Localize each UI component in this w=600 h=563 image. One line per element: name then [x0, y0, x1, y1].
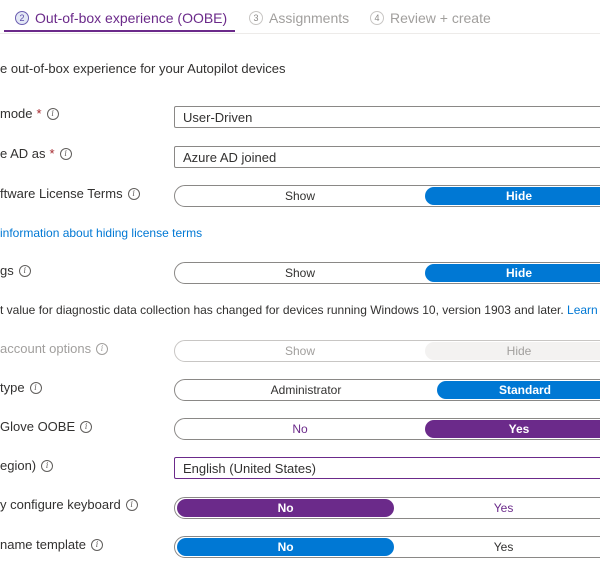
- language-region-label: egion) i: [0, 458, 54, 473]
- label-text: mode: [0, 106, 33, 121]
- show-option[interactable]: Show: [175, 186, 425, 206]
- language-region-dropdown[interactable]: English (United States): [174, 457, 600, 479]
- label-text: Glove OOBE: [0, 419, 76, 434]
- user-account-type-label: type i: [0, 380, 42, 395]
- label-text: account options: [0, 341, 92, 356]
- license-terms-toggle: Show Hide: [174, 185, 600, 207]
- white-glove-oobe-label: Glove OOBE i: [0, 419, 93, 434]
- deployment-mode-dropdown[interactable]: User-Driven: [174, 106, 600, 128]
- hide-option: Hide: [425, 342, 600, 360]
- step-review-create[interactable]: 4 Review + create: [370, 8, 491, 28]
- step-number: 3: [249, 11, 263, 25]
- join-ad-dropdown[interactable]: Azure AD joined: [174, 146, 600, 168]
- required-marker: *: [49, 146, 55, 161]
- info-icon[interactable]: i: [29, 381, 42, 394]
- info-icon[interactable]: i: [80, 420, 93, 433]
- info-icon[interactable]: i: [46, 107, 59, 120]
- active-tab-indicator: [4, 30, 235, 32]
- no-option[interactable]: No: [175, 419, 425, 439]
- info-icon[interactable]: i: [96, 342, 109, 355]
- step-oobe[interactable]: 2 Out-of-box experience (OOBE): [15, 8, 227, 28]
- step-label: Assignments: [269, 10, 350, 26]
- user-account-type-toggle: Administrator Standard: [174, 379, 600, 401]
- learn-more-link[interactable]: Learn mor: [567, 303, 600, 317]
- privacy-settings-toggle: Show Hide: [174, 262, 600, 284]
- standard-option[interactable]: Standard: [437, 381, 600, 399]
- account-options-label: account options i: [0, 341, 109, 356]
- info-icon[interactable]: i: [59, 147, 72, 160]
- intro-text: e out-of-box experience for your Autopil…: [0, 61, 286, 76]
- label-text: e AD as: [0, 146, 46, 161]
- info-icon[interactable]: i: [41, 459, 54, 472]
- dropdown-value: Azure AD joined: [183, 149, 277, 165]
- device-name-template-toggle: No Yes: [174, 536, 600, 558]
- license-terms-label: ftware License Terms i: [0, 186, 140, 201]
- label-text: egion): [0, 458, 37, 473]
- divider: [0, 33, 600, 34]
- white-glove-oobe-toggle: No Yes: [174, 418, 600, 440]
- info-icon[interactable]: i: [18, 264, 31, 277]
- account-options-toggle: Show Hide: [174, 340, 600, 362]
- notice-text: t value for diagnostic data collection h…: [0, 303, 564, 317]
- wizard-steps: 2 Out-of-box experience (OOBE) 3 Assignm…: [0, 0, 600, 40]
- info-icon[interactable]: i: [91, 538, 103, 551]
- dropdown-value: User-Driven: [183, 109, 253, 125]
- step-label: Review + create: [390, 10, 491, 26]
- device-name-template-label: name template i: [0, 537, 103, 552]
- administrator-option[interactable]: Administrator: [175, 380, 437, 400]
- step-number: 4: [370, 11, 384, 25]
- step-assignments[interactable]: 3 Assignments: [249, 8, 349, 28]
- label-text: ftware License Terms: [0, 186, 123, 201]
- join-ad-label: e AD as * i: [0, 146, 72, 161]
- no-option[interactable]: No: [177, 499, 395, 517]
- hide-option[interactable]: Hide: [425, 187, 600, 205]
- step-number: 2: [15, 11, 29, 25]
- step-label: Out-of-box experience (OOBE): [35, 10, 228, 26]
- license-info-link[interactable]: information about hiding license terms: [0, 226, 202, 240]
- show-option: Show: [284, 344, 316, 358]
- label-text: type: [0, 380, 25, 395]
- no-option[interactable]: No: [177, 538, 395, 556]
- configure-keyboard-label: y configure keyboard i: [0, 497, 138, 512]
- show-option[interactable]: Show: [175, 263, 425, 283]
- yes-option[interactable]: Yes: [394, 537, 600, 557]
- info-icon[interactable]: i: [127, 187, 140, 200]
- dropdown-value: English (United States): [183, 460, 316, 476]
- label-text: y configure keyboard: [0, 497, 121, 512]
- info-icon[interactable]: i: [125, 498, 138, 511]
- yes-option[interactable]: Yes: [425, 420, 600, 438]
- hide-option[interactable]: Hide: [425, 264, 600, 282]
- yes-option[interactable]: Yes: [394, 498, 600, 518]
- configure-keyboard-toggle: No Yes: [174, 497, 600, 519]
- label-text: gs: [0, 263, 14, 278]
- label-text: name template: [0, 537, 86, 552]
- diagnostic-notice: t value for diagnostic data collection h…: [0, 303, 600, 317]
- deployment-mode-label: mode * i: [0, 106, 59, 121]
- privacy-settings-label: gs i: [0, 263, 31, 278]
- required-marker: *: [36, 106, 42, 121]
